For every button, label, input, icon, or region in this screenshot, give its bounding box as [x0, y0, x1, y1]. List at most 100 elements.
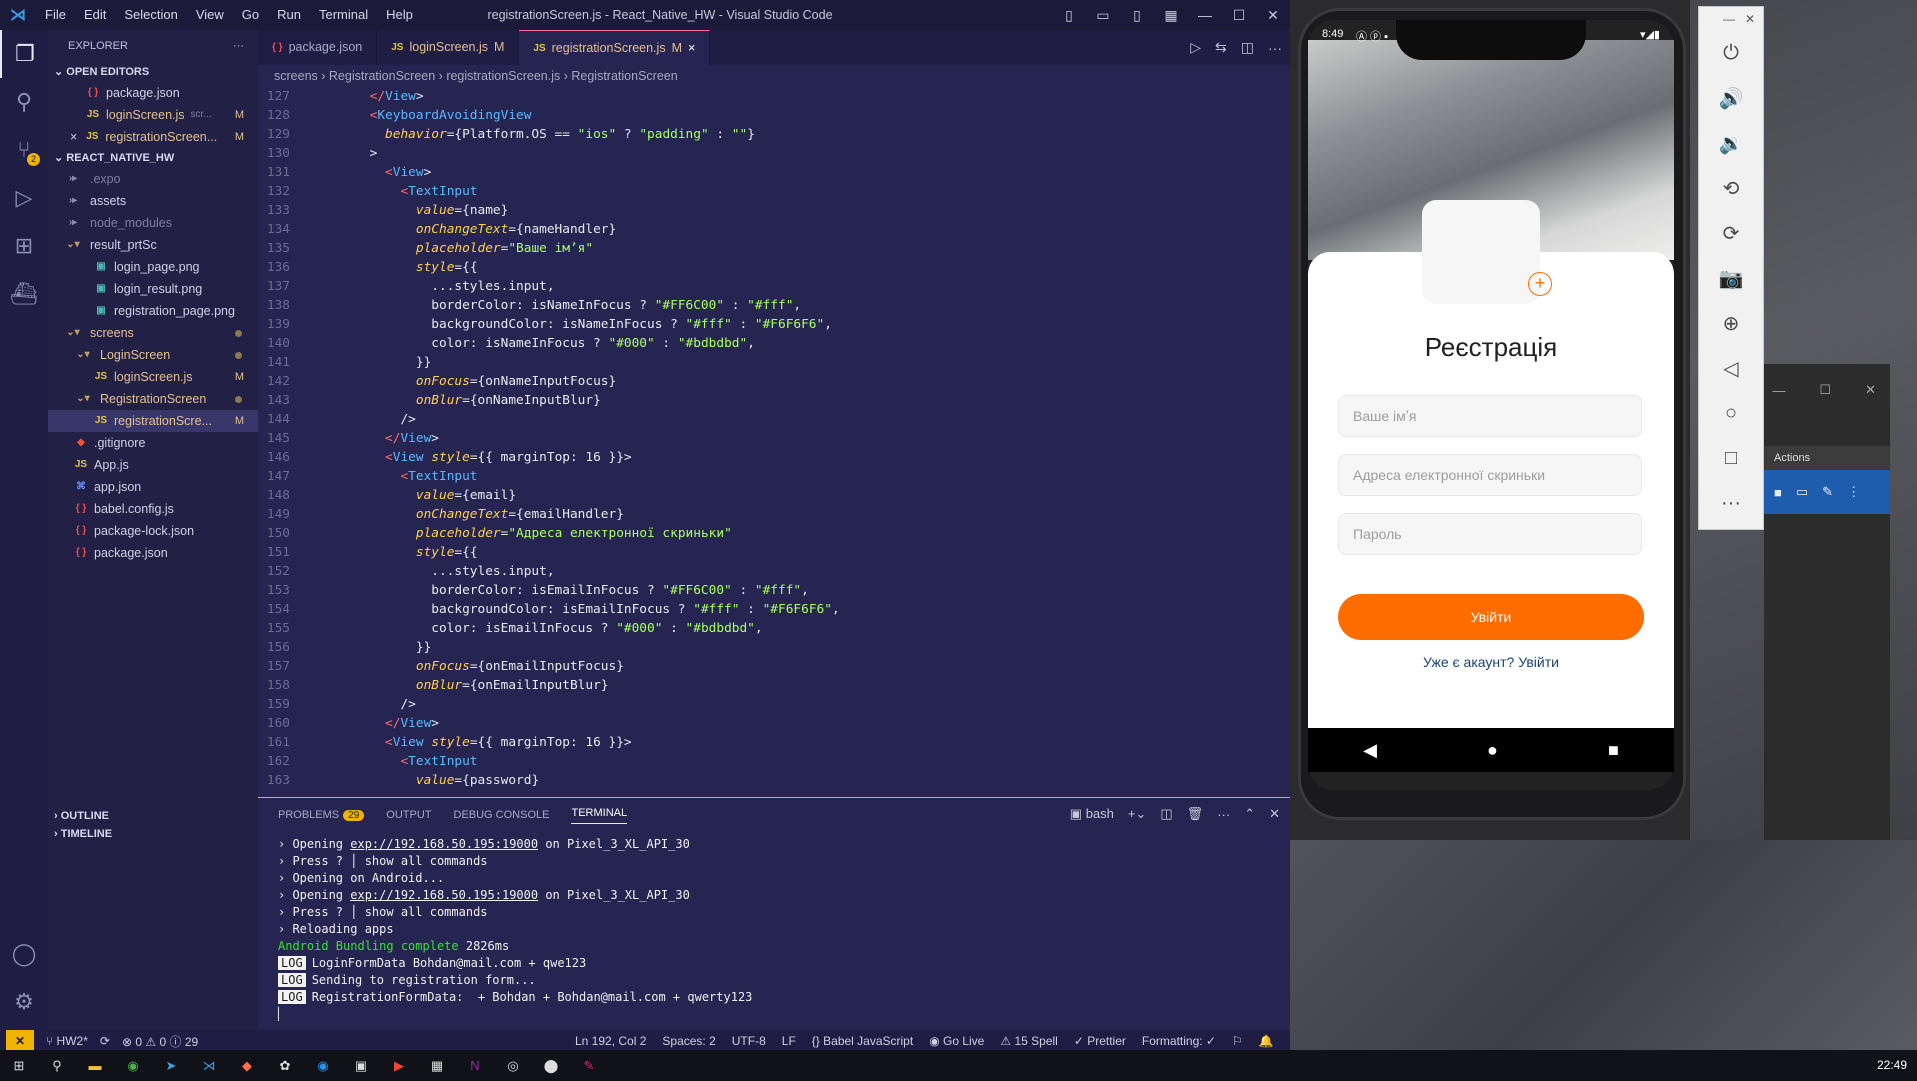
breadcrumb-item[interactable]: RegistrationScreen: [329, 69, 435, 83]
volume-up-icon[interactable]: 🔊: [1699, 76, 1763, 121]
more-icon[interactable]: ⋮: [1847, 484, 1860, 500]
file-item[interactable]: ◆ .gitignore: [48, 432, 258, 454]
maximize-panel-icon[interactable]: ⌃: [1244, 806, 1255, 822]
more-actions-icon[interactable]: ···: [1268, 40, 1282, 56]
more-icon[interactable]: ···: [1217, 807, 1230, 822]
minimize-button[interactable]: —: [1188, 7, 1222, 23]
encoding[interactable]: UTF-8: [732, 1034, 766, 1048]
zoom-icon[interactable]: ⊕: [1699, 301, 1763, 346]
app-icon[interactable]: ✎: [570, 1050, 608, 1081]
power-icon[interactable]: ⏻: [1699, 31, 1763, 76]
minimize-icon[interactable]: —: [1772, 383, 1785, 398]
terminal-cursor[interactable]: ▏: [278, 1006, 1290, 1023]
telegram-icon[interactable]: ➤: [152, 1050, 190, 1081]
search-icon[interactable]: ⚲: [38, 1050, 76, 1081]
app-icon[interactable]: ✿: [266, 1050, 304, 1081]
language-mode[interactable]: {} Babel JavaScript: [812, 1034, 913, 1048]
app-icon[interactable]: ⬤: [532, 1050, 570, 1081]
source-control-icon[interactable]: ⑂ 2: [0, 126, 48, 174]
file-item[interactable]: ▣ registration_page.png: [48, 300, 258, 322]
maximize-button[interactable]: ☐: [1222, 7, 1256, 24]
layout-icon[interactable]: ▦: [1154, 7, 1188, 24]
notifications-icon[interactable]: 🔔: [1259, 1034, 1274, 1048]
chrome-icon[interactable]: ◉: [114, 1050, 152, 1081]
problems-indicator[interactable]: ⊗ 0 ⚠ 0 ⓘ 29: [122, 1033, 198, 1050]
overview-icon[interactable]: □: [1699, 436, 1763, 481]
app-icon[interactable]: ◉: [304, 1050, 342, 1081]
terminal-output[interactable]: › Opening exp://192.168.50.195:19000 on …: [258, 832, 1290, 1023]
menu-selection[interactable]: Selection: [115, 0, 186, 30]
breadcrumb-item[interactable]: RegistrationScreen: [571, 69, 677, 83]
timeline-section[interactable]: › TIMELINE: [48, 824, 258, 844]
minimize-icon[interactable]: —: [1723, 12, 1735, 26]
extensions-icon[interactable]: ⊞: [0, 222, 48, 270]
toggle-panel-icon[interactable]: ▭: [1086, 7, 1120, 24]
file-item[interactable]: JS App.js: [48, 454, 258, 476]
close-icon[interactable]: ×: [688, 31, 695, 66]
back-icon[interactable]: ◁: [1699, 346, 1763, 391]
split-editor-icon[interactable]: ◫: [1241, 39, 1254, 56]
breadcrumb-item[interactable]: registrationScreen.js: [446, 69, 560, 83]
home-icon[interactable]: ●: [1487, 740, 1498, 761]
more-icon[interactable]: ···: [233, 30, 244, 62]
volume-down-icon[interactable]: 🔉: [1699, 121, 1763, 166]
folder-item[interactable]: ›▸ node_modules: [48, 212, 258, 234]
folder-item[interactable]: ›▸ .expo: [48, 168, 258, 190]
menu-file[interactable]: File: [36, 0, 75, 30]
actions-row[interactable]: ■ ▭ ✎ ⋮: [1764, 470, 1890, 514]
indentation[interactable]: Spaces: 2: [662, 1034, 715, 1048]
docker-icon[interactable]: ⛴: [0, 270, 48, 318]
menu-edit[interactable]: Edit: [75, 0, 115, 30]
add-photo-icon[interactable]: +: [1528, 272, 1552, 296]
login-link[interactable]: Уже є акаунт? Увійти: [1308, 654, 1674, 670]
file-item[interactable]: { } babel.config.js: [48, 498, 258, 520]
camera-icon[interactable]: 📷: [1699, 256, 1763, 301]
settings-gear-icon[interactable]: ⚙: [0, 978, 48, 1026]
file-explorer-icon[interactable]: ▬: [76, 1050, 114, 1081]
more-icon[interactable]: ···: [1699, 481, 1763, 526]
menu-run[interactable]: Run: [268, 0, 310, 30]
project-section[interactable]: ⌄ REACT_NATIVE_HW: [48, 148, 258, 168]
panel-tab-problems[interactable]: PROBLEMS 29: [278, 809, 365, 821]
file-item[interactable]: JS registrationScre... M: [48, 410, 258, 432]
close-icon[interactable]: ×: [70, 126, 77, 148]
open-editor-item[interactable]: { } package.json: [48, 82, 258, 104]
file-item[interactable]: { } package-lock.json: [48, 520, 258, 542]
folder-item[interactable]: ›▸ assets: [48, 190, 258, 212]
explorer-icon[interactable]: ❐: [0, 30, 48, 78]
new-terminal-icon[interactable]: +⌄: [1128, 806, 1146, 822]
prettier[interactable]: ✓ Prettier: [1074, 1034, 1126, 1048]
close-button[interactable]: ✕: [1256, 7, 1290, 24]
terminal-shell[interactable]: ▣ bash: [1070, 806, 1114, 822]
terminal-link[interactable]: exp://192.168.50.195:19000: [350, 888, 538, 902]
editor-tab[interactable]: JS loginScreen.js M: [377, 30, 520, 65]
breadcrumb-item[interactable]: screens: [274, 69, 318, 83]
account-icon[interactable]: ◯: [0, 930, 48, 978]
code-editor[interactable]: 127 </View> 128 <KeyboardAvoidingView 129 …: [258, 87, 1290, 797]
menu-help[interactable]: Help: [377, 0, 422, 30]
toggle-sidebar-icon[interactable]: ▯: [1052, 7, 1086, 24]
folder-item[interactable]: ⌄▾ LoginScreen: [48, 344, 258, 366]
folder-item[interactable]: ⌄▾ result_prtSc: [48, 234, 258, 256]
folder-icon[interactable]: ▭: [1796, 484, 1808, 500]
cursor-position[interactable]: Ln 192, Col 2: [575, 1034, 646, 1048]
open-editors-section[interactable]: ⌄ OPEN EDITORS: [48, 62, 258, 82]
stop-icon[interactable]: ■: [1774, 485, 1782, 500]
editor-tab[interactable]: JS registrationScreen.js M ×: [519, 30, 711, 66]
formatting[interactable]: Formatting: ✓: [1142, 1034, 1216, 1048]
calculator-icon[interactable]: ▦: [418, 1050, 456, 1081]
trash-icon[interactable]: 🗑: [1187, 806, 1204, 822]
email-input[interactable]: Адреса електронної скриньки: [1338, 454, 1642, 496]
file-item[interactable]: { } package.json: [48, 542, 258, 564]
app-icon[interactable]: ◎: [494, 1050, 532, 1081]
close-panel-icon[interactable]: ✕: [1269, 806, 1280, 822]
app-icon[interactable]: ◆: [228, 1050, 266, 1081]
file-item[interactable]: ⌘ app.json: [48, 476, 258, 498]
close-icon[interactable]: ✕: [1865, 382, 1876, 398]
youtube-icon[interactable]: ▶: [380, 1050, 418, 1081]
menu-go[interactable]: Go: [233, 0, 268, 30]
toggle-secondary-icon[interactable]: ▯: [1120, 7, 1154, 24]
spell-check[interactable]: ⚠ 15 Spell: [1000, 1034, 1057, 1048]
app-icon[interactable]: ▣: [342, 1050, 380, 1081]
terminal-link[interactable]: exp://192.168.50.195:19000: [350, 837, 538, 851]
